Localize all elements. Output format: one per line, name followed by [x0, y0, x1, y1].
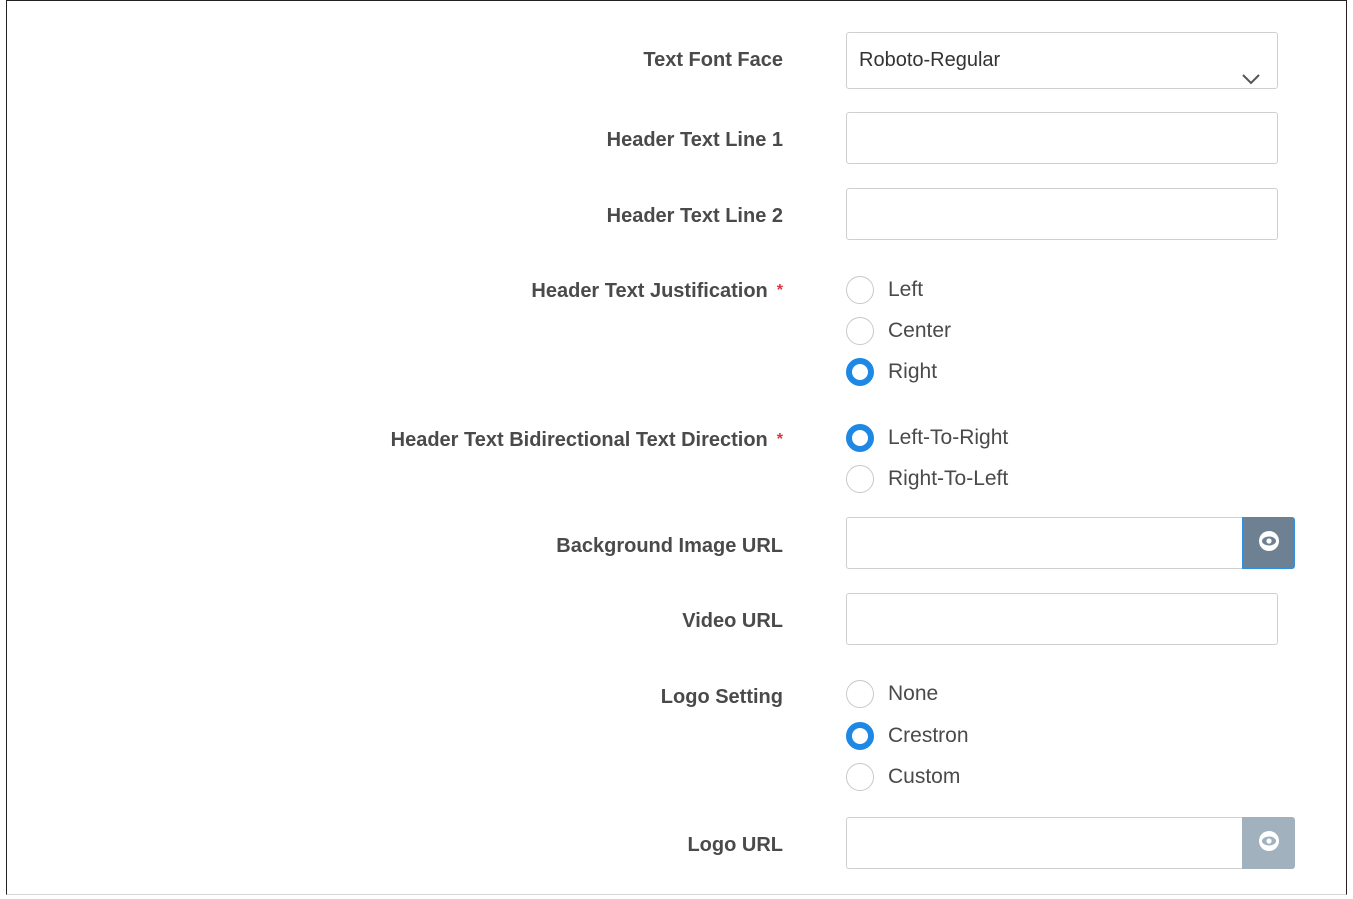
radio-logo-custom[interactable]: Custom [846, 761, 960, 793]
radio-circle[interactable] [846, 276, 874, 304]
radio-logo-none[interactable]: None [846, 678, 938, 710]
video-url-input[interactable] [846, 593, 1278, 645]
radio-label: Left-To-Right [888, 426, 1009, 449]
chevron-down-icon [1241, 52, 1261, 107]
radio-label: Right [888, 360, 938, 383]
radio-justification-center[interactable]: Center [846, 315, 951, 347]
background-preview-button[interactable] [1242, 517, 1295, 569]
radio-direction-rtl[interactable]: Right-To-Left [846, 463, 1008, 495]
radio-label: Crestron [888, 724, 969, 747]
radio-circle-selected[interactable] [846, 424, 874, 452]
logo-url-label: Logo URL [687, 834, 783, 856]
radio-circle[interactable] [846, 465, 874, 493]
radio-label: Center [888, 319, 952, 342]
justification-label: Header Text Justification * [531, 279, 783, 305]
radio-direction-ltr[interactable]: Left-To-Right [846, 422, 1008, 454]
background-url-group [846, 517, 1296, 569]
logo-setting-label: Logo Setting [660, 686, 783, 708]
logo-url-group [846, 817, 1296, 869]
font-face-value: Roboto-Regular [859, 49, 1001, 71]
radio-logo-crestron[interactable]: Crestron [846, 720, 969, 752]
radio-label: Custom [888, 765, 961, 788]
direction-label-text: Header Text Bidirectional Text Direction [390, 429, 768, 451]
eye-icon [1257, 829, 1281, 858]
logo-preview-button[interactable] [1242, 817, 1295, 869]
radio-label: Left [888, 278, 924, 301]
header-line2-input[interactable] [846, 188, 1278, 240]
required-marker: * [776, 431, 783, 448]
radio-justification-right[interactable]: Right [846, 356, 937, 388]
font-face-label: Text Font Face [643, 49, 783, 71]
video-url-label: Video URL [682, 610, 783, 632]
radio-circle[interactable] [846, 763, 874, 791]
radio-circle[interactable] [846, 680, 874, 708]
radio-circle-selected[interactable] [846, 722, 874, 750]
header-line2-label: Header Text Line 2 [606, 205, 783, 227]
radio-justification-left[interactable]: Left [846, 274, 923, 306]
radio-circle-selected[interactable] [846, 358, 874, 386]
font-face-select[interactable]: Roboto-Regular [846, 32, 1278, 89]
justification-label-text: Header Text Justification [531, 280, 768, 302]
eye-icon [1257, 529, 1281, 558]
background-url-label: Background Image URL [556, 535, 783, 557]
radio-circle[interactable] [846, 317, 874, 345]
background-url-input[interactable] [846, 517, 1242, 569]
header-line1-input[interactable] [846, 112, 1278, 164]
header-line1-label: Header Text Line 1 [606, 129, 783, 151]
radio-label: Right-To-Left [888, 467, 1009, 490]
radio-label: None [888, 682, 939, 705]
direction-label: Header Text Bidirectional Text Direction… [391, 428, 783, 454]
required-marker: * [776, 282, 783, 299]
logo-url-input[interactable] [846, 817, 1242, 869]
